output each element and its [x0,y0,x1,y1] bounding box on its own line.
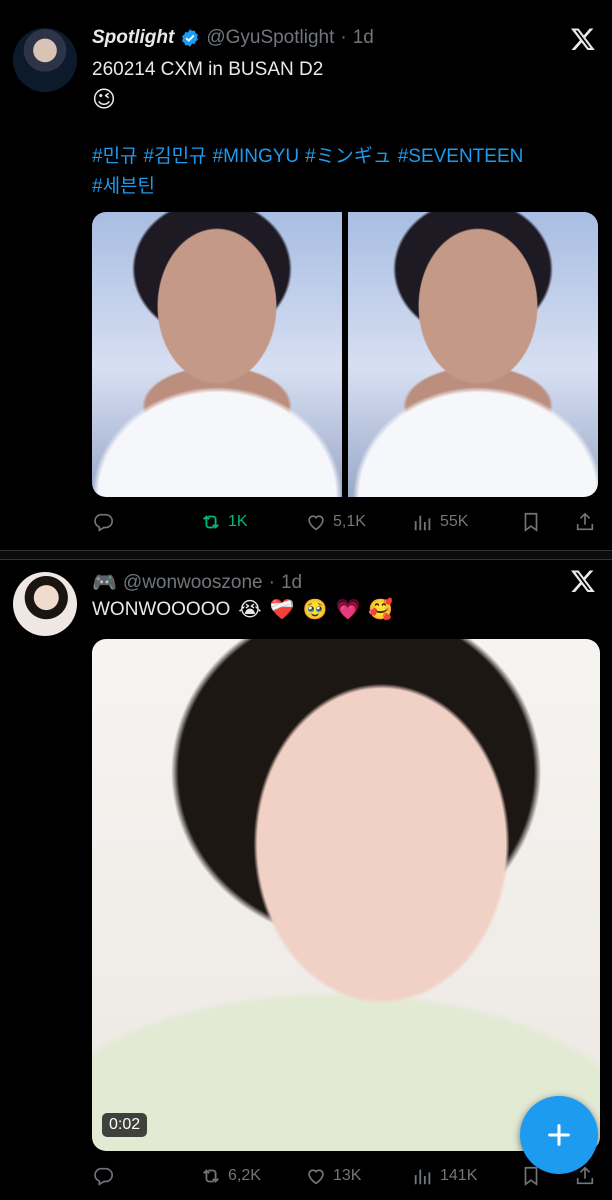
hashtag-list: #민규 #김민규 #MINGYU #ミンギュ #SEVENTEEN #세븐틴 [92,142,602,202]
reply-button[interactable] [92,1165,114,1187]
tweet-text: 260214 CXM in BUSAN D2 [92,59,324,80]
bookmark-icon [524,1166,538,1186]
gamepad-icon[interactable]: 🎮 [92,570,117,595]
views-button[interactable]: 141K [412,1165,477,1187]
views-button[interactable]: 55K [412,511,468,533]
like-button[interactable]: 5,1K [305,511,366,533]
like-count: 5,1K [333,513,366,530]
retweet-count: 6,2K [228,1167,261,1184]
retweet-icon [203,1169,219,1183]
bookmark-icon [524,512,538,532]
retweet-button[interactable]: 1K [200,511,248,533]
views-count: 55K [440,513,469,530]
tweet-card-1[interactable]: Spotlight @GyuSpotlight · 1d 260214 CXM … [0,0,612,548]
action-bar: 1K 5,1K 55K [92,511,602,535]
hashtag[interactable]: #ミンギュ [305,146,392,167]
retweet-icon [203,515,219,529]
video-duration: 0:02 [102,1113,148,1137]
separator-dot: · [340,27,347,48]
handle[interactable]: @wonwooszone [123,572,263,594]
tweet-text-row: WONWOOOOO 😭 ❤️‍🩹 🥹 💗 🥰 [92,597,602,623]
bookmark-button[interactable] [520,511,542,533]
timestamp[interactable]: 1d [281,572,302,594]
like-button[interactable]: 13K [305,1165,361,1187]
tweet-divider [0,550,612,560]
verified-badge-icon [182,29,199,47]
x-logo-icon[interactable] [570,568,596,594]
views-icon [414,1169,431,1185]
reply-icon [94,513,113,532]
emoji: ❤️‍🩹 [269,599,295,621]
like-icon [308,515,324,531]
retweet-button[interactable]: 6,2K [200,1165,261,1187]
bookmark-button[interactable] [520,1165,542,1187]
separator-dot: · [268,571,275,593]
action-bar: 6,2K 13K 141K [92,1165,602,1189]
hashtag[interactable]: #SEVENTEEN [398,146,524,167]
tweet-card-2[interactable]: 🎮 @wonwooszone · 1d WONWOOOOO 😭 ❤️‍🩹 🥹 💗… [0,560,612,1200]
share-icon [576,512,594,531]
reply-button[interactable] [92,511,114,533]
emoji: 🥰 [368,599,394,621]
emoji: 💗 [335,599,361,621]
emoji: 🥹 [302,599,328,621]
avatar[interactable] [13,28,77,92]
hashtag[interactable]: #세븐틴 [92,176,155,197]
timestamp[interactable]: 1d [353,27,374,49]
compose-plus-icon [548,1124,570,1146]
hashtag[interactable]: #MINGYU [213,146,300,167]
tweet-text: WONWOOOOO [92,599,231,620]
views-count: 141K [440,1167,478,1184]
compose-button[interactable] [520,1096,598,1174]
share-button[interactable] [574,1165,596,1187]
like-count: 13K [333,1167,362,1184]
emoji: 😭 [238,599,262,621]
hashtag[interactable]: #김민규 [144,146,207,167]
share-icon [576,1166,594,1185]
tweet-header: Spotlight @GyuSpotlight · 1d [92,27,374,49]
like-icon [308,1169,324,1185]
tweet-photo-2[interactable] [348,212,598,497]
views-icon [414,515,431,531]
hashtag[interactable]: #민규 [92,146,138,167]
x-logo-icon[interactable] [570,26,596,52]
handle[interactable]: @GyuSpotlight [206,27,334,49]
tweet-emoji: 😉 [92,86,116,112]
avatar[interactable] [13,572,77,636]
tweet-photo-1[interactable] [92,212,342,497]
display-name[interactable]: Spotlight [92,27,174,49]
retweet-count: 1K [228,513,248,530]
tweet-header: 🎮 @wonwooszone · 1d [92,570,302,595]
share-button[interactable] [574,511,596,533]
reply-icon [94,1167,113,1186]
tweet-video[interactable]: 0:02 [92,639,600,1151]
